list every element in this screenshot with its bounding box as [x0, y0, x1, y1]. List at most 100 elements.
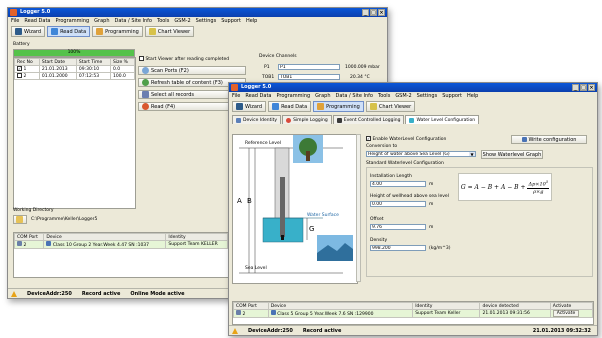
channel-reading: 20.34 °C: [350, 75, 370, 80]
menu-tools[interactable]: Tools: [378, 92, 390, 100]
wizard-button[interactable]: Wizard: [11, 26, 46, 37]
tab-simple-logging[interactable]: Simple Logging: [282, 115, 332, 124]
density-label: Density: [370, 238, 388, 243]
menu-read-data[interactable]: Read Data: [245, 92, 271, 100]
com-port-value: 2: [23, 243, 27, 248]
water-surface-label: Water Surface: [307, 213, 339, 218]
col-rec-no[interactable]: Rec No: [14, 58, 40, 66]
close-button[interactable]: ×: [588, 84, 595, 91]
reference-level-label: Reference Level: [245, 141, 281, 146]
channel-input[interactable]: TOB1: [278, 74, 340, 80]
offset-unit: m: [429, 225, 434, 230]
write-configuration-label: Write configuration: [528, 136, 577, 143]
show-waterlevel-graph-button[interactable]: Show Waterlevel Graph: [481, 150, 543, 159]
programming-button[interactable]: Programming: [313, 101, 364, 112]
enable-water-level-checkbox[interactable]: ✓: [366, 136, 371, 141]
col-device-detected[interactable]: device detected: [479, 302, 551, 310]
scan-ports-button[interactable]: Scan Ports (F2): [138, 66, 246, 75]
menu-settings[interactable]: Settings: [417, 92, 438, 100]
menu-help[interactable]: Help: [467, 92, 478, 100]
menu-gsm2[interactable]: GSM-2: [395, 92, 411, 100]
folder-button[interactable]: [13, 215, 27, 224]
col-com-port[interactable]: COM Port: [13, 233, 45, 241]
record-checkbox[interactable]: ✓: [17, 66, 22, 71]
col-size[interactable]: Size %: [110, 58, 135, 66]
menu-graph[interactable]: Graph: [94, 17, 109, 25]
table-row[interactable]: 2 Class 5 Group 5 Year.Week 7.6 SN :1299…: [233, 309, 594, 318]
menu-support[interactable]: Support: [442, 92, 462, 100]
battery-bar: 100%: [13, 49, 135, 57]
menu-data-site-info[interactable]: Data / Site Info: [115, 17, 152, 25]
identity-icon: [236, 117, 241, 123]
minimize-button[interactable]: _: [572, 84, 579, 91]
minimize-button[interactable]: _: [362, 9, 369, 16]
working-directory-path: C:\Programme\Keller\Logger5: [31, 217, 98, 222]
col-identity[interactable]: Identity: [412, 302, 481, 310]
front-titlebar[interactable]: Logger 5.0 _ □ ×: [229, 83, 597, 92]
records-table: Rec No Start Date Start Time Size % ✓ 1 …: [13, 57, 136, 209]
installation-length-input[interactable]: 4.00: [370, 181, 426, 187]
tab-water-level[interactable]: Water Level Configuration: [405, 115, 480, 124]
battery-label: Battery: [13, 42, 30, 47]
diagram-svg: [239, 135, 353, 274]
col-identity[interactable]: Identity: [165, 233, 228, 241]
back-titlebar[interactable]: Logger 5.0 _ □ ×: [8, 8, 387, 17]
col-start-time[interactable]: Start Time: [75, 58, 112, 66]
table-row[interactable]: 2 Class 10 Group 2 Year.Week 4.47 SN :10…: [13, 240, 228, 249]
record-size: 100.0: [110, 72, 135, 80]
chart-viewer-button[interactable]: Chart Viewer: [365, 101, 416, 112]
channel-name: TOB1: [262, 75, 275, 80]
menu-gsm2[interactable]: GSM-2: [174, 17, 190, 25]
write-configuration-button[interactable]: Write configuration: [511, 135, 587, 144]
formula-denominator: ρ×g: [533, 188, 544, 195]
conversion-select[interactable]: Height of water above Sea Level (G) ▼: [366, 151, 476, 157]
g-label: G: [309, 225, 315, 233]
start-viewer-checkbox[interactable]: [139, 56, 144, 61]
programming-button[interactable]: Programming: [92, 26, 143, 37]
read-data-button[interactable]: Read Data: [47, 26, 91, 37]
menu-tools[interactable]: Tools: [157, 17, 169, 25]
menu-programming[interactable]: Programming: [276, 92, 310, 100]
diagram-scrollbar[interactable]: [356, 134, 361, 282]
tab-event-logging[interactable]: Event Controlled Logging: [332, 115, 405, 124]
close-button[interactable]: ×: [378, 9, 385, 16]
col-device[interactable]: Device: [43, 233, 167, 241]
col-com-port[interactable]: COM Port: [233, 302, 269, 310]
maximize-button[interactable]: □: [370, 9, 377, 16]
table-row[interactable]: ✓ 1 21.01.2013 09:30:10 0.0: [14, 65, 135, 73]
density-input[interactable]: 998.200: [370, 245, 426, 251]
menu-data-site-info[interactable]: Data / Site Info: [336, 92, 373, 100]
table-row[interactable]: 2 01.01.2000 07:12:53 100.0: [14, 72, 135, 80]
read-data-button[interactable]: Read Data: [268, 101, 312, 112]
front-menubar: File Read Data Programming Graph Data / …: [229, 92, 597, 100]
menu-read-data[interactable]: Read Data: [24, 17, 50, 25]
chevron-down-icon[interactable]: ▼: [469, 152, 475, 156]
menu-support[interactable]: Support: [221, 17, 241, 25]
activate-button[interactable]: Activate: [552, 310, 580, 317]
col-device[interactable]: Device: [267, 302, 414, 310]
menu-graph[interactable]: Graph: [315, 92, 330, 100]
tab-device-identity[interactable]: Device Identity: [232, 115, 282, 124]
chart-viewer-button[interactable]: Chart Viewer: [144, 26, 195, 37]
logging-icon: [286, 117, 292, 123]
menu-help[interactable]: Help: [246, 17, 257, 25]
enable-water-level-option[interactable]: ✓ Enable WaterLevel Configuration: [366, 136, 446, 142]
offset-input[interactable]: 9.76: [370, 224, 426, 230]
menu-settings[interactable]: Settings: [196, 17, 217, 25]
wizard-button[interactable]: Wizard: [232, 101, 267, 112]
menu-programming[interactable]: Programming: [55, 17, 89, 25]
menu-file[interactable]: File: [11, 17, 19, 25]
col-start-date[interactable]: Start Date: [38, 58, 77, 66]
logger-app-icon: [10, 9, 17, 16]
channel-input[interactable]: P1: [278, 64, 340, 70]
col-activate[interactable]: Activate: [549, 302, 594, 310]
maximize-button[interactable]: □: [580, 84, 587, 91]
wellhead-height-input[interactable]: 0.00: [370, 201, 426, 207]
scan-ports-label: Scan Ports (F2): [151, 67, 189, 74]
installation-length-label: Installation Length: [370, 174, 412, 179]
device-icon: [46, 241, 52, 246]
com-port-table: COM Port Device Identity 2 Class 10 Grou…: [13, 232, 229, 278]
start-viewer-option[interactable]: Start Viewer after reading completed: [139, 56, 229, 62]
menu-file[interactable]: File: [232, 92, 240, 100]
record-checkbox[interactable]: [17, 73, 22, 78]
